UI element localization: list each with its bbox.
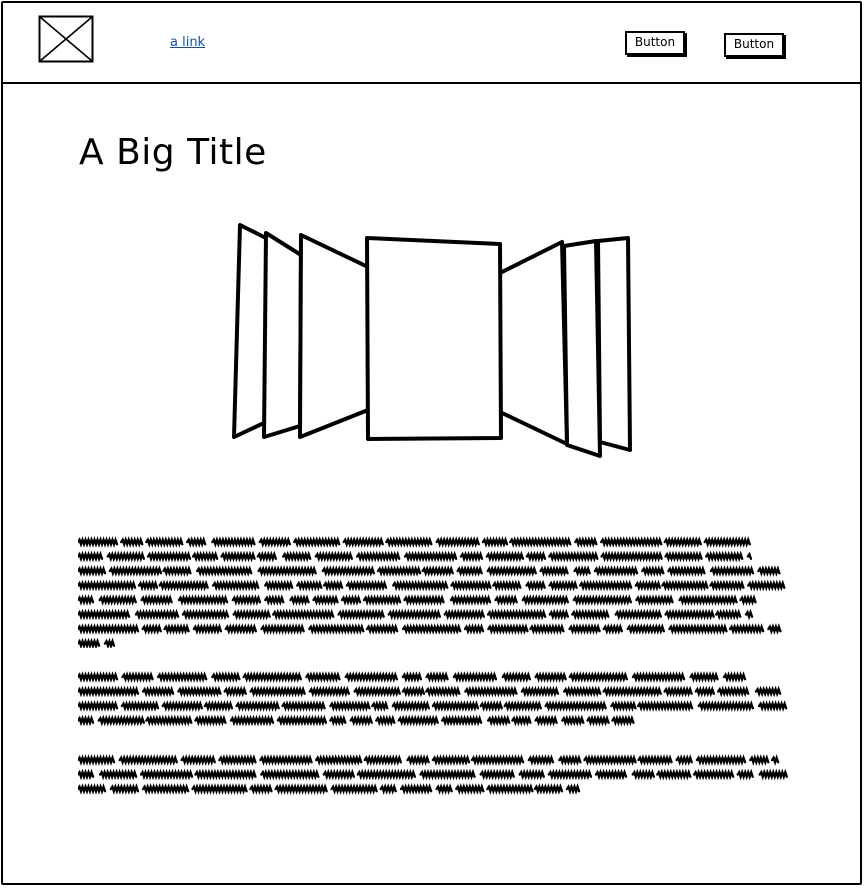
- nav-link[interactable]: a link: [170, 35, 205, 50]
- placeholder-text-line: [78, 714, 635, 727]
- placeholder-text-line: [78, 671, 747, 683]
- header: a link Button Button: [1, 1, 862, 84]
- placeholder-text-line: [78, 608, 754, 621]
- placeholder-text-line: [78, 754, 780, 766]
- placeholder-text-line: [78, 579, 786, 592]
- carousel-card-left-2: [262, 231, 303, 439]
- carousel-card-right-3: [596, 236, 632, 452]
- carousel-card-right-2: [562, 239, 602, 458]
- paragraph-2: [78, 671, 788, 733]
- placeholder-text-line: [78, 768, 788, 781]
- header-button-2[interactable]: Button: [724, 33, 784, 57]
- placeholder-text-line: [78, 637, 116, 648]
- placeholder-text-line: [78, 700, 788, 712]
- placeholder-text-line: [78, 685, 782, 698]
- paragraph-3: [78, 754, 788, 800]
- placeholder-text-line: [78, 565, 781, 577]
- carousel-card-right-1: [498, 240, 569, 446]
- carousel-card-left-1: [298, 233, 370, 439]
- placeholder-text-line: [78, 783, 581, 795]
- header-button-1[interactable]: Button: [625, 31, 685, 55]
- image-placeholder-icon: [38, 15, 94, 63]
- placeholder-text-line: [78, 536, 751, 548]
- placeholder-text-line: [78, 550, 753, 563]
- paragraph-1: [78, 536, 788, 648]
- placeholder-text-line: [78, 623, 782, 635]
- carousel-card-center: [365, 236, 503, 441]
- placeholder-text-line: [78, 594, 757, 606]
- coverflow-carousel[interactable]: [228, 218, 636, 462]
- page-title: A Big Title: [79, 132, 267, 173]
